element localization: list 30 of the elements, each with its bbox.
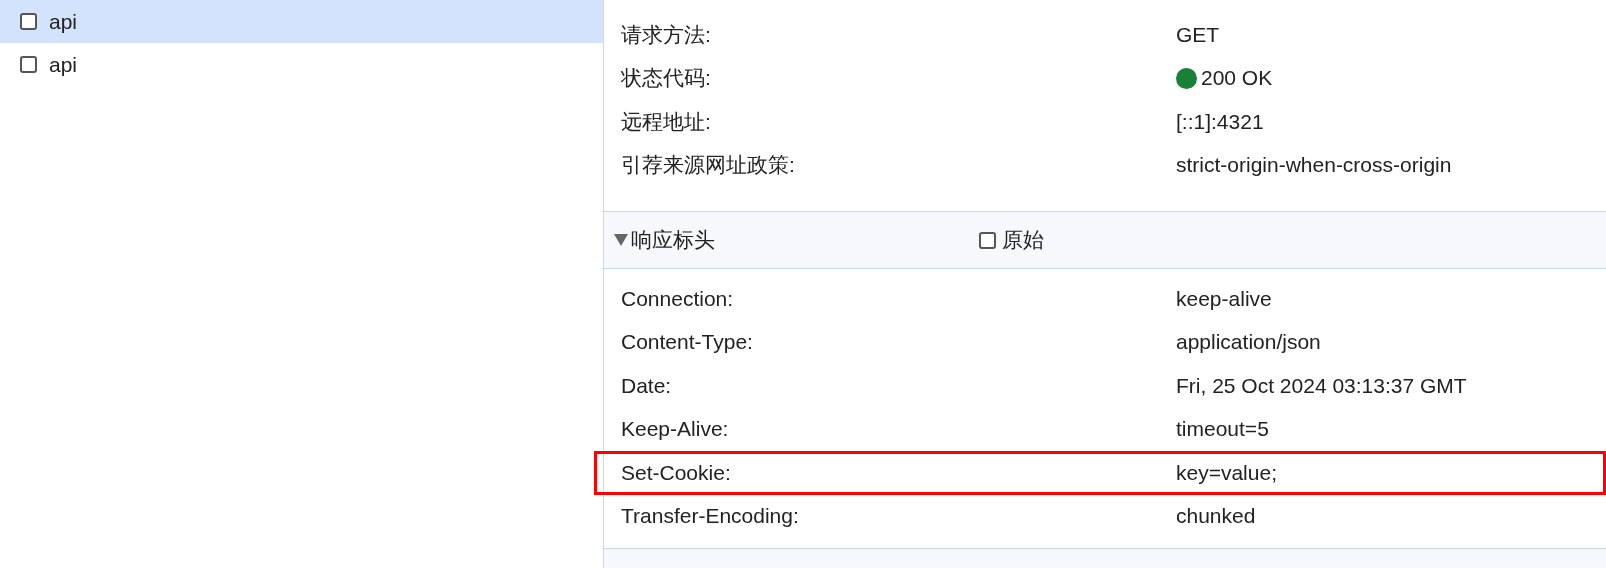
header-name: Date: bbox=[621, 373, 673, 398]
field-value: 200 OK bbox=[1201, 66, 1273, 91]
raw-checkbox[interactable]: 原始 bbox=[979, 226, 1044, 254]
field-value: GET bbox=[1176, 22, 1220, 47]
checkbox[interactable] bbox=[20, 13, 37, 30]
request-name: api bbox=[49, 9, 78, 34]
field-label: 引荐来源网址政策: bbox=[621, 152, 796, 179]
header-value: keep-alive bbox=[1176, 286, 1273, 311]
header-value: Fri, 25 Oct 2024 03:13:37 GMT bbox=[1176, 373, 1468, 398]
header-value: chunked bbox=[1176, 504, 1257, 529]
request-item[interactable]: api bbox=[0, 0, 603, 43]
request-item[interactable]: api bbox=[0, 43, 603, 86]
field-value: strict-origin-when-cross-origin bbox=[1176, 153, 1452, 178]
request-name: api bbox=[49, 52, 78, 77]
field-value: [::1]:4321 bbox=[1176, 109, 1264, 134]
triangle-icon bbox=[614, 234, 628, 246]
header-name: Keep-Alive: bbox=[621, 417, 730, 442]
section-toggle[interactable]: 响应标头 bbox=[614, 226, 979, 254]
header-value: application/json bbox=[1176, 330, 1322, 355]
checkbox[interactable] bbox=[20, 56, 37, 73]
field-label: 请求方法: bbox=[621, 21, 712, 48]
header-value: timeout=5 bbox=[1176, 417, 1270, 442]
field-label: 远程地址: bbox=[621, 108, 712, 135]
header-name: Set-Cookie: bbox=[621, 460, 732, 485]
header-value: key=value; bbox=[1176, 460, 1278, 485]
header-name: Connection: bbox=[621, 286, 735, 311]
checkbox[interactable] bbox=[979, 231, 996, 249]
field-label: 状态代码: bbox=[621, 65, 712, 92]
header-name: Content-Type: bbox=[621, 330, 754, 355]
header-name: Transfer-Encoding: bbox=[621, 504, 800, 529]
